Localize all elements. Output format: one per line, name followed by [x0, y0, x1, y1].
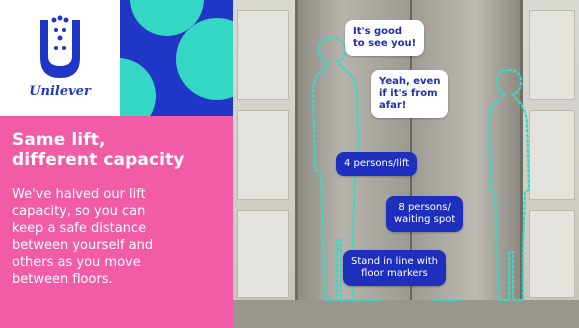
queue-label: Stand in line with floor markers — [343, 250, 446, 286]
capacity-label: 4 persons/lift — [336, 152, 418, 176]
speech-bubble-reply: Yeah, even if it's from afar! — [371, 70, 449, 118]
body-text: We've halved our lift capacity, so you c… — [12, 187, 154, 287]
message-block: Same lift, different capacity We've halv… — [0, 116, 233, 328]
poster: Unilever Same lift, different capacity W… — [0, 0, 579, 328]
headline: Same lift, different capacity — [12, 130, 185, 170]
waiting-label: 8 persons/ waiting spot — [386, 196, 464, 232]
logo-area: Unilever — [0, 0, 120, 116]
lift-photo: It's good to see you! Yeah, even if it's… — [233, 0, 579, 328]
speech-bubble-greeting: It's good to see you! — [345, 20, 425, 56]
decorative-circles — [120, 0, 233, 116]
info-panel: Unilever Same lift, different capacity W… — [0, 0, 233, 328]
brand-wordmark: Unilever — [29, 84, 91, 99]
